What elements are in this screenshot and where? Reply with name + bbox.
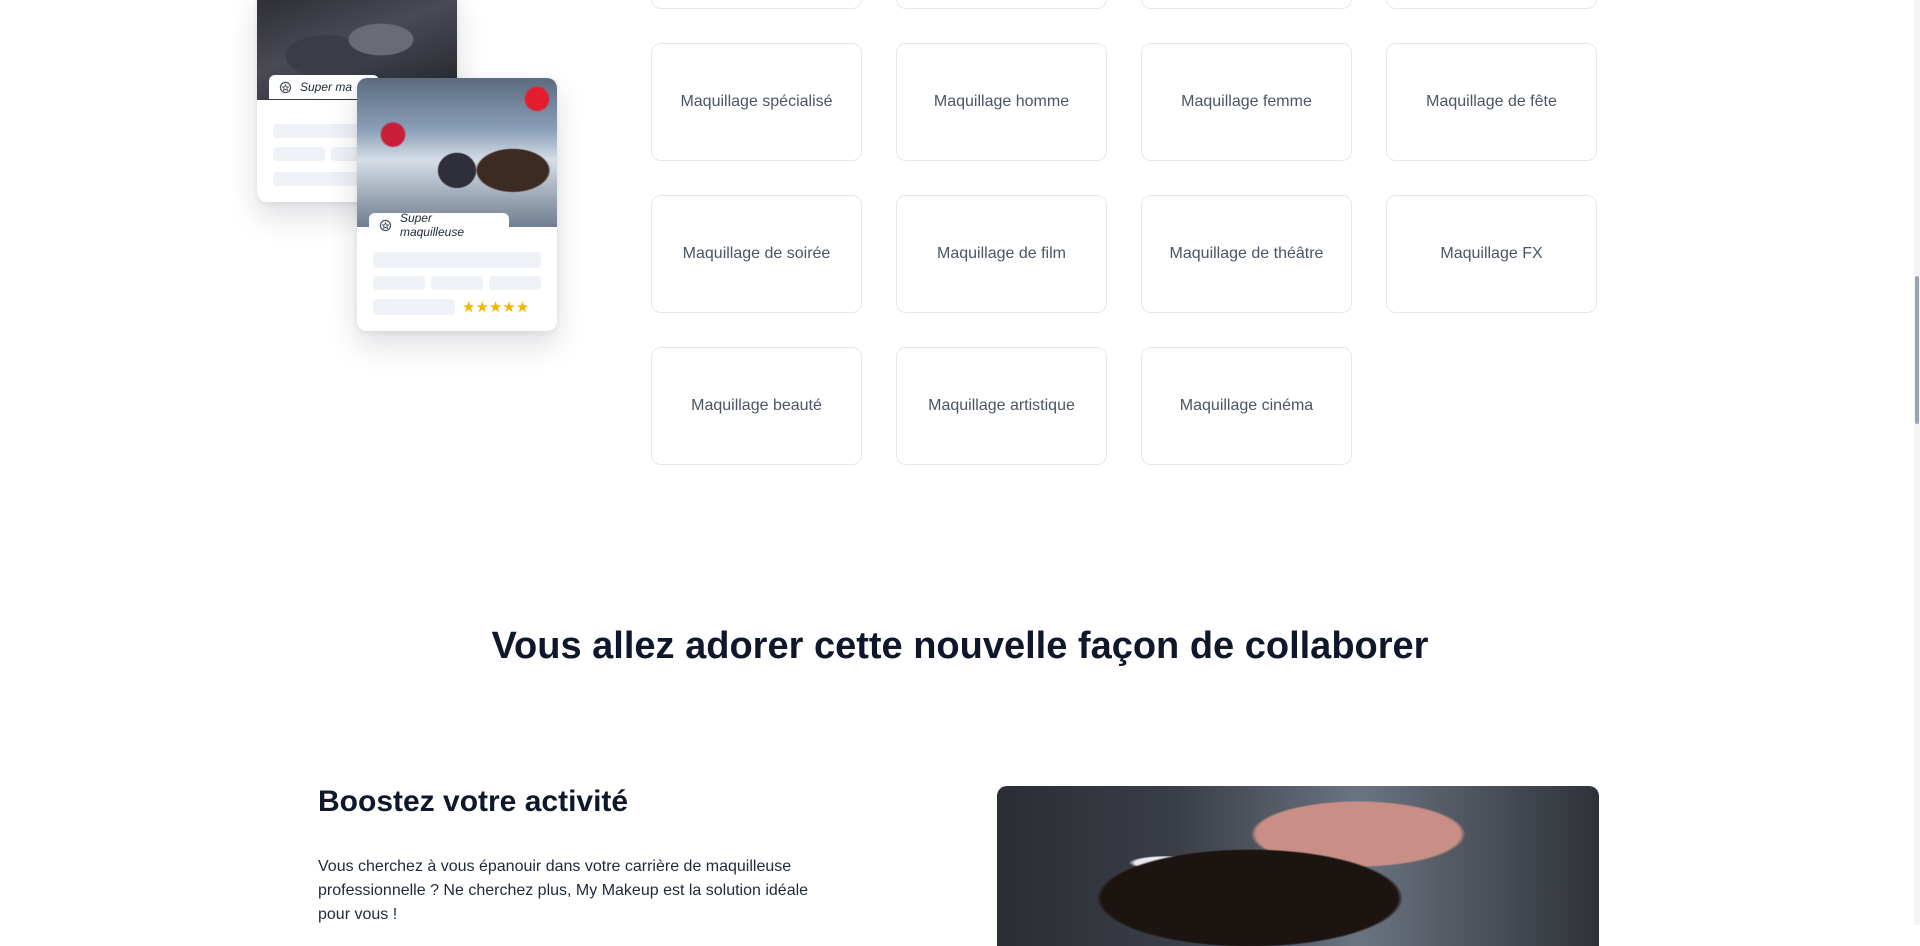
badge-label: Super maquilleuse bbox=[399, 211, 464, 239]
badge-icon bbox=[279, 81, 292, 93]
category-label: Maquillage FX bbox=[1440, 245, 1543, 262]
skeleton-line bbox=[489, 276, 541, 290]
category-label: Maquillage artistique bbox=[928, 397, 1075, 414]
category-card[interactable]: Maquillage cinéma bbox=[1141, 347, 1352, 465]
skeleton-line bbox=[373, 252, 541, 268]
super-badge: Super maquilleuse bbox=[369, 211, 509, 239]
category-label: Maquillage homme bbox=[933, 93, 1070, 110]
profile-card-front: Super maquilleuse ★★★★★ bbox=[357, 78, 557, 331]
category-card[interactable]: Maquillage de fête bbox=[1386, 43, 1597, 161]
rating-stars: ★★★★★ bbox=[462, 299, 530, 316]
category-card[interactable]: Maquillage de film bbox=[896, 195, 1107, 313]
category-label: Maquillage de théâtre bbox=[1169, 245, 1324, 262]
scrollbar-thumb[interactable] bbox=[1915, 276, 1919, 424]
category-card[interactable]: Maquillage homme bbox=[896, 43, 1107, 161]
section-title: Vous allez adorer cette nouvelle façon d… bbox=[491, 625, 1429, 667]
profile-photo bbox=[357, 78, 557, 227]
category-card[interactable] bbox=[1386, 0, 1597, 9]
category-card[interactable]: Maquillage femme bbox=[1141, 43, 1352, 161]
category-card[interactable]: Maquillage beauté bbox=[651, 347, 862, 465]
page-scrollbar[interactable] bbox=[1914, 0, 1920, 925]
category-card[interactable] bbox=[896, 0, 1107, 9]
skeleton-line bbox=[431, 276, 483, 290]
skeleton-line bbox=[273, 124, 363, 138]
category-label: Maquillage de film bbox=[937, 245, 1066, 262]
skeleton-line bbox=[273, 147, 325, 161]
category-label: Maquillage de soirée bbox=[682, 245, 831, 262]
category-card[interactable]: Maquillage FX bbox=[1386, 195, 1597, 313]
skeleton-line bbox=[273, 172, 363, 186]
category-label: Maquillage spécialisé bbox=[680, 93, 833, 110]
category-card[interactable]: Maquillage spécialisé bbox=[651, 43, 862, 161]
feature-paragraph: Vous cherchez à vous épanouir dans votre… bbox=[318, 858, 809, 923]
category-card[interactable]: Maquillage de théâtre bbox=[1141, 195, 1352, 313]
category-card[interactable]: Maquillage artistique bbox=[896, 347, 1107, 465]
skeleton-line bbox=[373, 299, 455, 315]
category-card[interactable] bbox=[651, 0, 862, 9]
feature-title: Boostez votre activité bbox=[318, 785, 629, 818]
feature-photo bbox=[997, 786, 1599, 946]
category-label: Maquillage cinéma bbox=[1179, 397, 1314, 414]
skeleton-line bbox=[373, 276, 425, 290]
category-label: Maquillage beauté bbox=[691, 397, 822, 414]
category-label: Maquillage de fête bbox=[1426, 93, 1557, 110]
badge-icon bbox=[379, 219, 392, 231]
category-card[interactable]: Maquillage de soirée bbox=[651, 195, 862, 313]
badge-label: Super ma bbox=[300, 80, 353, 94]
category-label: Maquillage femme bbox=[1181, 93, 1312, 110]
category-card[interactable] bbox=[1141, 0, 1352, 9]
